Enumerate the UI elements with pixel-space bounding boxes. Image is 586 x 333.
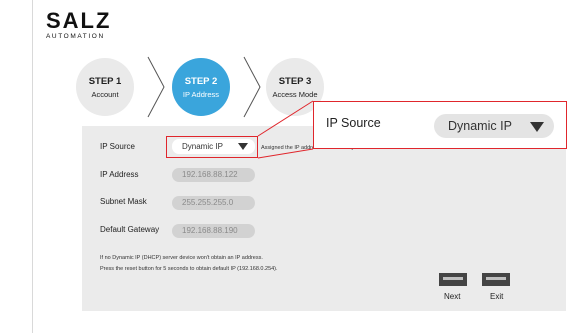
highlight-box	[166, 136, 258, 158]
ip-source-zoom-callout: IP Source Dynamic IP	[313, 101, 567, 149]
exit-button[interactable]	[482, 273, 510, 286]
step-subtitle: IP Address	[182, 90, 220, 99]
dropdown-arrow-icon	[530, 122, 544, 132]
subnet-mask-field[interactable]: 255.255.255.0	[172, 196, 255, 210]
chevron-right-icon	[147, 56, 165, 118]
zoom-ip-source-value: Dynamic IP	[448, 119, 512, 133]
next-label[interactable]: Next	[444, 292, 460, 301]
brand-logo: SALZ AUTOMATION	[46, 8, 112, 41]
ip-source-label: IP Source	[100, 142, 135, 151]
reset-note: Press the reset button for 5 seconds to …	[100, 266, 278, 272]
gateway-label: Default Gateway	[100, 225, 160, 234]
step-subtitle: Account	[91, 90, 119, 99]
step-title: STEP 1	[88, 76, 122, 87]
zoom-ip-source-label: IP Source	[326, 116, 381, 130]
subnet-mask-label: Subnet Mask	[100, 197, 147, 206]
zoom-ip-source-select[interactable]: Dynamic IP	[434, 114, 554, 138]
ip-address-field[interactable]: 192.168.88.122	[172, 168, 255, 182]
brand-name: SALZ	[46, 8, 112, 33]
dhcp-note: If no Dynamic IP (DHCP) server device wo…	[100, 255, 263, 261]
step-title: STEP 3	[278, 76, 312, 87]
chevron-right-icon	[243, 56, 261, 118]
brand-subtitle: AUTOMATION	[46, 33, 105, 40]
step-subtitle: Access Mode	[272, 90, 318, 99]
step-account[interactable]: STEP 1 Account	[76, 58, 134, 116]
exit-label[interactable]: Exit	[490, 292, 503, 301]
step-title: STEP 2	[184, 76, 218, 87]
step-ip-address[interactable]: STEP 2 IP Address	[172, 58, 230, 116]
gateway-field[interactable]: 192.168.88.190	[172, 224, 255, 238]
next-button[interactable]	[439, 273, 467, 286]
ip-address-label: IP Address	[100, 170, 139, 179]
